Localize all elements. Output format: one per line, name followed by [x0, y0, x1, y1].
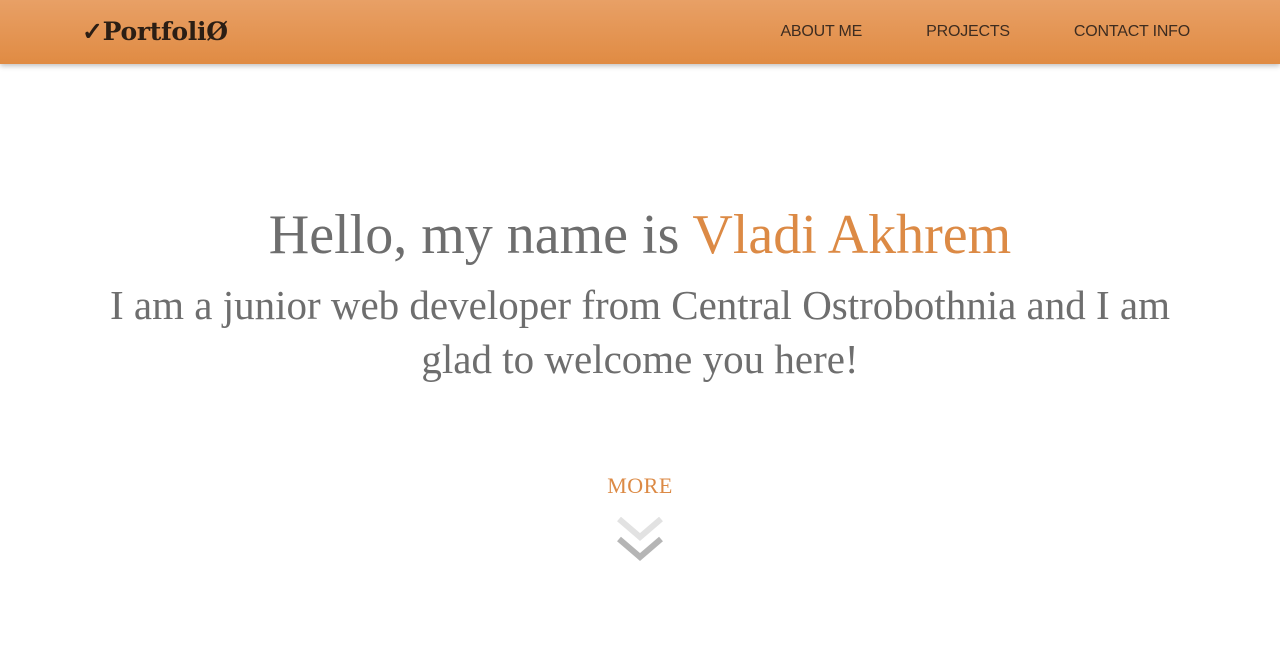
hero-name: Vladi Akhrem — [692, 204, 1012, 266]
nav-link-contact-info[interactable]: CONTACT INFO — [1074, 23, 1190, 41]
hero-tagline: I am a junior web developer from Central… — [110, 282, 1170, 382]
hero-section: Hello, my name is Vladi Akhrem I am a ju… — [0, 64, 1280, 657]
site-logo[interactable]: ✓PortfoliØ — [82, 14, 228, 50]
hero-greeting: Hello, my name is Vladi Akhrem — [0, 200, 1280, 270]
nav-link-projects[interactable]: PROJECTS — [926, 23, 1010, 41]
greeting-prefix: Hello, my name is — [268, 204, 693, 266]
main-nav: ABOUT ME PROJECTS CONTACT INFO — [716, 0, 1190, 64]
nav-link-about-me[interactable]: ABOUT ME — [780, 23, 862, 41]
more-button[interactable]: MORE — [560, 472, 720, 572]
double-chevron-down-icon — [617, 517, 663, 561]
more-label: MORE — [607, 473, 673, 498]
top-navbar: ✓PortfoliØ ABOUT ME PROJECTS CONTACT INF… — [0, 0, 1280, 64]
